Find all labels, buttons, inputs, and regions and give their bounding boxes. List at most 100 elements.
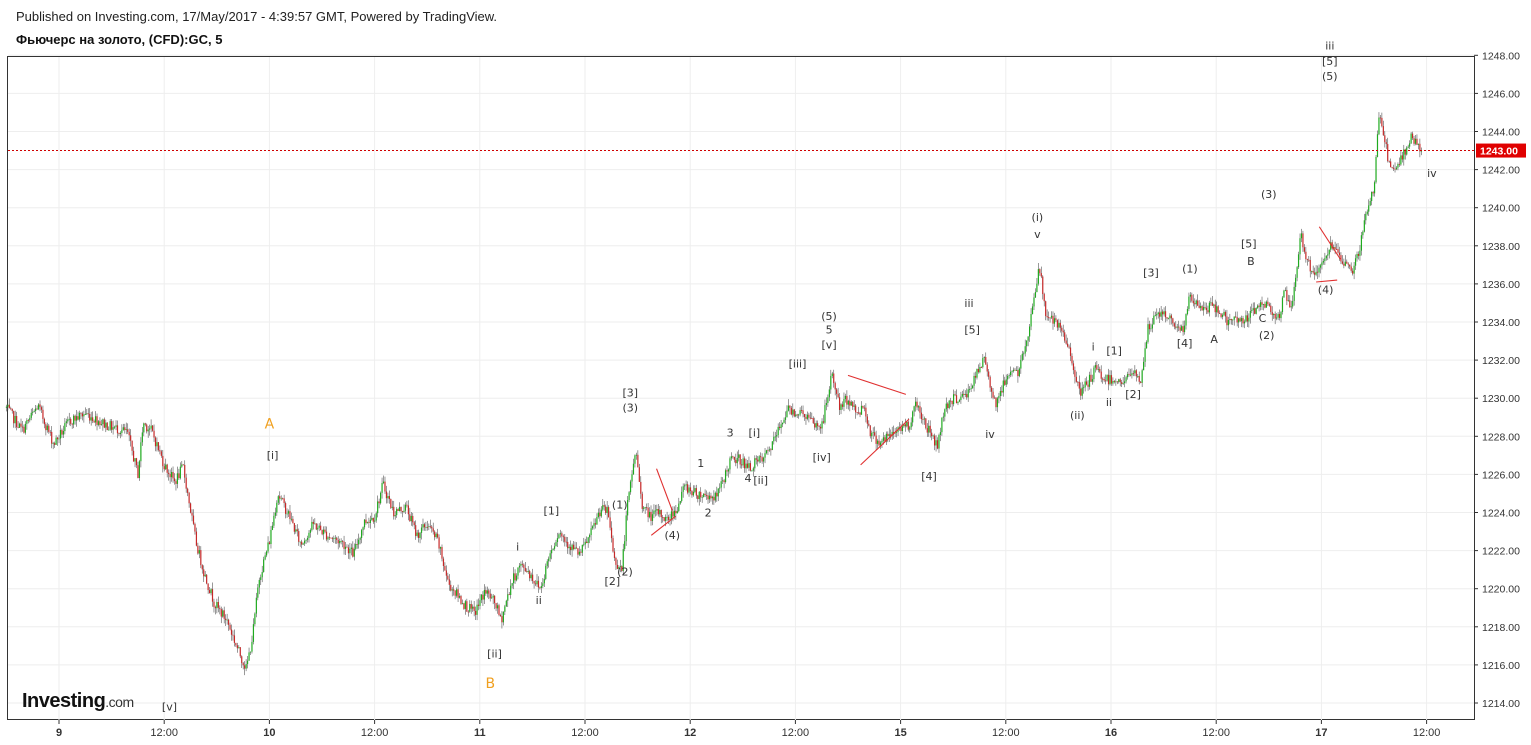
candle-body — [299, 541, 301, 543]
candle-body — [331, 538, 333, 539]
candle-body — [961, 393, 963, 397]
candle-body — [1395, 167, 1398, 170]
candle-body — [722, 480, 724, 482]
candle-body — [154, 437, 157, 447]
candle-body — [1106, 374, 1108, 381]
candle-body — [543, 578, 545, 584]
candle-body — [280, 498, 282, 500]
candle-body — [341, 540, 344, 542]
candle-body — [1129, 374, 1132, 376]
candle-body — [776, 435, 778, 437]
candle-body — [358, 539, 360, 545]
candle-body — [268, 542, 271, 544]
candle-body — [339, 541, 341, 544]
wave-label: (i) — [1032, 211, 1044, 224]
time-axis[interactable]: 9 12:00 10 12:00 11 12:00 12 12:00 15 12:00 16 12:0… — [56, 720, 1440, 739]
candle-body — [755, 458, 757, 460]
candle-body — [944, 409, 946, 417]
candle-body — [749, 463, 752, 471]
candle-body — [1192, 300, 1194, 304]
candle-body — [745, 463, 747, 469]
candle-body — [912, 411, 914, 423]
candle-body — [318, 525, 320, 528]
x-tick-label: 17 — [1315, 727, 1327, 739]
candle-body — [590, 528, 592, 536]
candle-body — [461, 603, 464, 605]
candle-body — [26, 420, 28, 424]
candle-body — [1216, 306, 1218, 313]
candle-body — [850, 401, 852, 406]
candle-body — [570, 546, 572, 551]
candle-body — [431, 526, 433, 529]
wave-label: (1) — [612, 499, 628, 512]
candle-body — [534, 583, 537, 585]
candle-body — [556, 538, 559, 543]
candle-body — [83, 414, 85, 417]
candle-body — [789, 405, 791, 408]
candle-body — [13, 411, 15, 424]
candle-body — [771, 441, 773, 450]
investing-logo: Investing.com — [22, 690, 134, 713]
candle-body — [843, 399, 845, 407]
candle-body — [986, 364, 988, 372]
candle-body — [1359, 250, 1361, 256]
candle-body — [263, 559, 265, 573]
candle-body — [730, 456, 733, 459]
candle-body — [321, 529, 323, 535]
candle-body — [1042, 276, 1044, 295]
candle-body — [836, 389, 838, 394]
candle-body — [1385, 142, 1387, 145]
candle-body — [315, 523, 317, 530]
candle-body — [432, 528, 434, 532]
candle-body — [833, 373, 835, 384]
candle-body — [1409, 143, 1411, 147]
candle-body — [1249, 311, 1251, 318]
price-chart[interactable]: A[i]B[ii][v]iii[1][3](3)(1)[2](2)(4)1234… — [0, 0, 1531, 745]
candle-body — [90, 417, 92, 421]
candle-body — [399, 506, 401, 512]
candle-body — [293, 523, 295, 532]
candle-body — [1045, 301, 1047, 316]
candle-body — [1012, 369, 1015, 372]
candle-body — [928, 425, 930, 433]
candle-body — [257, 587, 259, 598]
candle-body — [969, 388, 971, 390]
candle-body — [298, 531, 300, 542]
wave-label: (3) — [1261, 188, 1277, 201]
candle-body — [524, 567, 526, 572]
candle-body — [951, 400, 953, 405]
candle-body — [1157, 312, 1159, 315]
candle-body — [795, 414, 797, 417]
candle-body — [1276, 317, 1278, 319]
candle-body — [555, 542, 557, 547]
candle-body — [496, 605, 499, 609]
candle-body — [216, 602, 218, 609]
candle-body — [741, 464, 743, 466]
candle-body — [1349, 264, 1351, 267]
candle-body — [971, 385, 974, 389]
candle-body — [1353, 265, 1355, 274]
candle-body — [694, 488, 696, 492]
candle-body — [103, 419, 105, 428]
candle-body — [213, 601, 215, 607]
candle-body — [700, 491, 702, 498]
candle-body — [423, 524, 426, 528]
wave-label: (2) — [1259, 329, 1275, 342]
candle-body — [119, 432, 122, 435]
candle-body — [906, 421, 908, 427]
candle-body — [337, 539, 339, 544]
candle-body — [634, 455, 636, 464]
candle-body — [855, 405, 857, 413]
candle-body — [704, 493, 706, 496]
candle-body — [925, 418, 927, 429]
candle-body — [659, 509, 661, 515]
candle-body — [1007, 375, 1009, 380]
candle-body — [1097, 368, 1099, 370]
candle-body — [467, 611, 469, 613]
candle-body — [1295, 277, 1297, 287]
candle-body — [1334, 247, 1336, 249]
candle-body — [609, 517, 611, 528]
candle-body — [780, 424, 782, 429]
candle-body — [1023, 353, 1025, 355]
wave-label: (2) — [617, 565, 633, 578]
